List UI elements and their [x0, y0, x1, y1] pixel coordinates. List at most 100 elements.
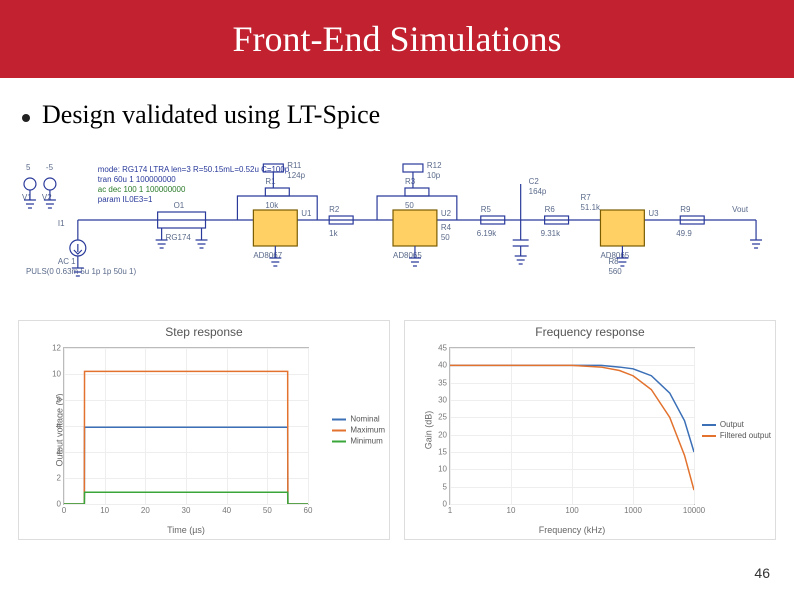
- r6-value: 9.31k: [541, 229, 560, 238]
- r8-value: 560: [608, 267, 622, 276]
- r11-name: R11: [287, 161, 302, 170]
- xtick: 100: [565, 504, 578, 515]
- r5-name: R5: [481, 205, 492, 214]
- ytick: 35: [438, 378, 450, 387]
- legend-item: Maximum: [332, 426, 385, 435]
- series-line: [450, 365, 694, 490]
- r3-name: R3: [405, 177, 416, 186]
- freq-plot-area: 051015202530354045110100100010000: [449, 347, 695, 505]
- schematic-model-text: mode: RG174 LTRA len=3 R=50.15mL=0.52u C…: [98, 165, 290, 174]
- freq-legend: Output Filtered output: [702, 418, 771, 442]
- xtick: 10: [507, 504, 516, 515]
- step-plot-area: 0246810120102030405060: [63, 347, 309, 505]
- series-line: [64, 492, 308, 504]
- i1-ac: AC 1: [58, 257, 76, 266]
- xtick: 10: [100, 504, 109, 515]
- u1-name: U1: [301, 209, 312, 218]
- legend-item: Filtered output: [702, 431, 771, 440]
- vout-label: Vout: [732, 205, 749, 214]
- charts-row: Step response Output voltage (V) Time (µ…: [18, 320, 776, 540]
- legend-label: Nominal: [350, 415, 379, 424]
- schematic-param-text: param IL0E3=1: [98, 195, 153, 204]
- ytick: 8: [57, 396, 64, 405]
- legend-swatch-icon: [332, 418, 346, 420]
- bullet-dot-icon: [22, 114, 30, 122]
- u1-type: AD8067: [253, 251, 282, 260]
- xtick: 30: [182, 504, 191, 515]
- vplus-label: 5: [26, 163, 31, 172]
- ytick: 10: [52, 370, 64, 379]
- xtick: 20: [141, 504, 150, 515]
- bullet-item: Design validated using LT-Spice: [22, 100, 794, 130]
- xtick: 40: [222, 504, 231, 515]
- legend-label: Filtered output: [720, 431, 771, 440]
- ytick: 5: [443, 482, 450, 491]
- legend-label: Output: [720, 420, 744, 429]
- legend-swatch-icon: [332, 429, 346, 431]
- r4-name: R4: [441, 223, 452, 232]
- r2-name: R2: [329, 205, 340, 214]
- xtick: 60: [304, 504, 313, 515]
- xtick: 10000: [683, 504, 705, 515]
- r12-value: 10p: [427, 171, 441, 180]
- legend-item: Nominal: [332, 415, 385, 424]
- ytick: 15: [438, 448, 450, 457]
- xtick: 1: [448, 504, 452, 515]
- page-number: 46: [754, 565, 770, 581]
- legend-label: Minimum: [350, 437, 382, 446]
- series-line: [450, 365, 694, 452]
- r2-value: 1k: [329, 229, 337, 238]
- ytick: 25: [438, 413, 450, 422]
- schematic-ac-text: ac dec 100 1 100000000: [98, 185, 186, 194]
- ytick: 20: [438, 430, 450, 439]
- r7-name: R7: [581, 193, 592, 202]
- ytick: 2: [57, 474, 64, 483]
- schematic-tran-text: tran 60u 1 100000000: [98, 175, 176, 184]
- legend-swatch-icon: [332, 440, 346, 442]
- legend-swatch-icon: [702, 424, 716, 426]
- tline-name: O1: [174, 201, 185, 210]
- bullet-text: Design validated using LT-Spice: [42, 100, 380, 130]
- xtick: 1000: [624, 504, 642, 515]
- r1-label: R1: [265, 177, 276, 186]
- ltspice-schematic: mode: RG174 LTRA len=3 R=50.15mL=0.52u C…: [18, 160, 776, 290]
- tline-model: RG174: [166, 233, 192, 242]
- ytick: 4: [57, 448, 64, 457]
- u2-name: U2: [441, 209, 452, 218]
- r11-value: 124p: [287, 171, 305, 180]
- r12-name: R12: [427, 161, 442, 170]
- legend-item: Minimum: [332, 437, 385, 446]
- r5-value: 6.19k: [477, 229, 496, 238]
- r9-name: R9: [680, 205, 691, 214]
- r3-value: 50: [405, 201, 414, 210]
- freq-chart-title: Frequency response: [405, 325, 775, 339]
- legend-swatch-icon: [702, 435, 716, 437]
- title-bar: Front-End Simulations: [0, 0, 794, 78]
- freq-ylabel: Gain (dB): [423, 411, 433, 450]
- c2-name: C2: [529, 177, 540, 186]
- vminus-label: -5: [46, 163, 54, 172]
- freq-xlabel: Frequency (kHz): [449, 525, 695, 535]
- frequency-response-chart: Frequency response Gain (dB) Frequency (…: [404, 320, 776, 540]
- r6-name: R6: [545, 205, 556, 214]
- r7-value: 51.1k: [581, 203, 600, 212]
- xtick: 50: [263, 504, 272, 515]
- legend-label: Maximum: [350, 426, 385, 435]
- u2-type: AD8065: [393, 251, 422, 260]
- step-chart-title: Step response: [19, 325, 389, 339]
- ytick: 45: [438, 344, 450, 353]
- ytick: 12: [52, 344, 64, 353]
- step-xlabel: Time (µs): [63, 525, 309, 535]
- r9-value: 49.9: [676, 229, 692, 238]
- v2-name: V2: [42, 193, 52, 202]
- step-response-chart: Step response Output voltage (V) Time (µ…: [18, 320, 390, 540]
- legend-item: Output: [702, 420, 771, 429]
- r4-value: 50: [441, 233, 450, 242]
- r1-value: 10k: [265, 201, 278, 210]
- ytick: 30: [438, 396, 450, 405]
- xtick: 0: [62, 504, 66, 515]
- i1-name: I1: [58, 219, 65, 228]
- ytick: 10: [438, 465, 450, 474]
- slide-title: Front-End Simulations: [232, 18, 561, 60]
- u3-name: U3: [648, 209, 659, 218]
